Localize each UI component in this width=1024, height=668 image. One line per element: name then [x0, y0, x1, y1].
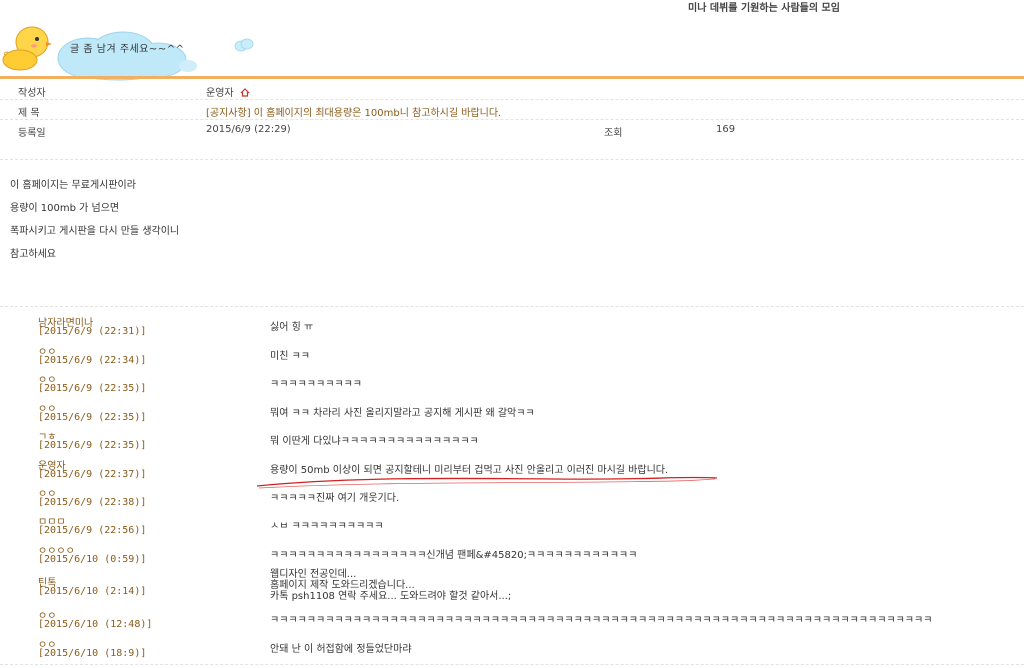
- comment-date: [2015/6/10 (18:9)]: [38, 648, 147, 659]
- comment-text: ㅋㅋㅋㅋㅋㅋㅋㅋㅋㅋㅋㅋㅋㅋㅋㅋㅋㅋㅋㅋㅋㅋㅋㅋㅋㅋㅋㅋㅋㅋㅋㅋㅋㅋㅋㅋㅋㅋㅋㅋ…: [270, 615, 933, 626]
- writer-label: 작성자: [18, 88, 46, 99]
- comment-text: 웹디자인 전공인데... 홈페이지 제작 도와드리겠습니다... 카톡 psh1…: [270, 569, 512, 602]
- footer-divider: [0, 664, 1024, 665]
- cloud-icon: [57, 31, 197, 81]
- comment-date: [2015/6/9 (22:35)]: [38, 440, 147, 451]
- comment-date: [2015/6/9 (22:34)]: [38, 355, 147, 366]
- comment-date: [2015/6/10 (2:14)]: [38, 586, 147, 597]
- subject-value: [공지사항] 이 홈페이지의 최대용량은 100mb니 참고하시길 바랍니다.: [206, 108, 502, 119]
- comment-date: [2015/6/9 (22:38)]: [38, 497, 147, 508]
- body-line: 참고하세요: [10, 249, 56, 260]
- date-value: 2015/6/9 (22:29): [206, 124, 291, 135]
- comment-text: ㅋㅋㅋㅋㅋㅋㅋㅋㅋㅋ: [270, 379, 362, 390]
- chick-icon: [2, 26, 52, 71]
- subject-row: 제 목 [공지사항] 이 홈페이지의 최대용량은 100mb니 참고하시길 바랍…: [0, 100, 1024, 120]
- date-label: 등록일: [18, 128, 46, 139]
- red-underline-annotation: [256, 476, 718, 489]
- comment-date: [2015/6/9 (22:35)]: [38, 412, 147, 423]
- board-logo[interactable]: 글 좀 남겨 주세요~~^^: [0, 16, 260, 81]
- date-row: 등록일 2015/6/9 (22:29) 조회 169: [0, 120, 1024, 140]
- comment-date: [2015/6/9 (22:37)]: [38, 469, 147, 480]
- cloud-text: 글 좀 남겨 주세요~~^^: [70, 44, 185, 55]
- comment-text: 뭐 이딴게 다있냐ㅋㅋㅋㅋㅋㅋㅋㅋㅋㅋㅋㅋㅋㅋㅋ: [270, 436, 479, 447]
- views-value: 169: [716, 124, 736, 135]
- body-line: 이 홈페이지는 무료게시판이라: [10, 180, 136, 191]
- site-title: 미나 데뷔를 기원하는 사람들의 모임: [688, 3, 840, 14]
- body-line: 폭파시키고 게시판을 다시 만들 생각이니: [10, 226, 180, 237]
- header-divider: [0, 76, 1024, 79]
- comment-date: [2015/6/9 (22:31)]: [38, 326, 147, 337]
- comment-text: ㅋㅋㅋㅋㅋㅋㅋㅋㅋㅋㅋㅋㅋㅋㅋㅋㅋ신개념 팬페&#45820;ㅋㅋㅋㅋㅋㅋㅋㅋㅋ…: [270, 550, 638, 561]
- subject-label: 제 목: [18, 108, 40, 119]
- writer-row: 작성자 운영자: [0, 80, 1024, 100]
- writer-name[interactable]: 운영자: [206, 88, 234, 99]
- comment-date: [2015/6/9 (22:56)]: [38, 525, 147, 536]
- comment-text: ㅋㅋㅋㅋㅋ진짜 여기 개웃기다.: [270, 493, 400, 504]
- row-divider: [0, 159, 1024, 160]
- comment-date: [2015/6/9 (22:35)]: [38, 383, 147, 394]
- comment-date: [2015/6/10 (0:59)]: [38, 554, 147, 565]
- body-line: 용량이 100mb 가 넘으면: [10, 203, 120, 214]
- comment-text: 뭐여 ㅋㅋ 차라리 사진 올리지말라고 공지해 게시판 왜 갈악ㅋㅋ: [270, 408, 535, 419]
- writer-value[interactable]: 운영자: [206, 84, 250, 99]
- views-label: 조회: [604, 128, 623, 139]
- comment-text: 싫어 힝 ㅠ: [270, 322, 314, 333]
- comment-date: [2015/6/10 (12:48)]: [38, 619, 153, 630]
- comment-text: 미친 ㅋㅋ: [270, 351, 310, 362]
- comment-text: ㅅㅂ ㅋㅋㅋㅋㅋㅋㅋㅋㅋㅋ: [270, 521, 384, 532]
- home-icon[interactable]: [240, 88, 250, 97]
- comment-text: 안돼 난 이 허접함에 정들었단마랴: [270, 644, 412, 655]
- small-cloud-icon: [234, 38, 254, 52]
- body-divider: [0, 306, 1024, 307]
